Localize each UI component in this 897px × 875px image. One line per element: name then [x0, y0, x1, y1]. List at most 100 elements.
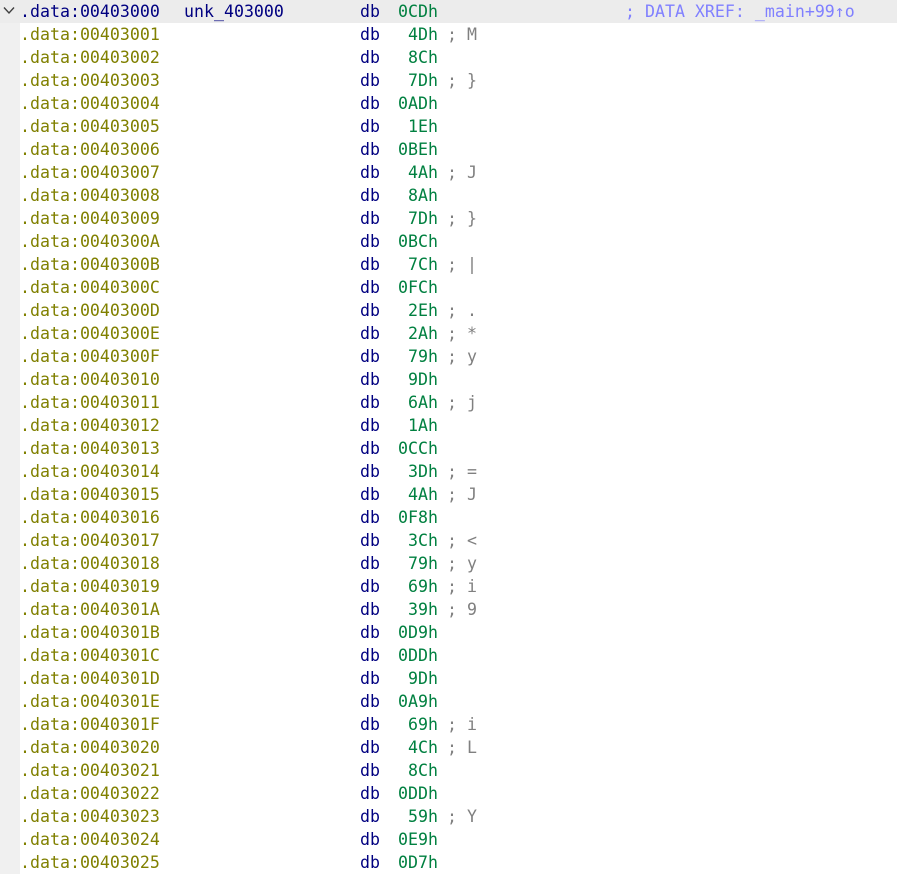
line-mnemonic[interactable]: db [360, 207, 380, 230]
listing-line[interactable]: .data:0040300B db 7Ch ; | [0, 253, 897, 276]
line-value[interactable]: 0A9h [388, 690, 438, 713]
line-address[interactable]: .data:0040301E [20, 690, 160, 713]
line-address[interactable]: .data:00403008 [20, 184, 160, 207]
line-value[interactable]: 0D7h [388, 851, 438, 874]
line-address[interactable]: .data:00403004 [20, 92, 160, 115]
line-mnemonic[interactable]: db [360, 805, 380, 828]
listing-line[interactable]: .data:0040301C db 0DDh [0, 644, 897, 667]
listing-line[interactable]: .data:00403021 db 8Ch [0, 759, 897, 782]
line-mnemonic[interactable]: db [360, 506, 380, 529]
line-address[interactable]: .data:00403012 [20, 414, 160, 437]
line-value[interactable]: 0E9h [388, 828, 438, 851]
line-value[interactable]: 8Ah [388, 184, 438, 207]
line-comment[interactable]: ; i [447, 575, 477, 598]
line-mnemonic[interactable]: db [360, 437, 380, 460]
line-value[interactable]: 69h [388, 713, 438, 736]
line-value[interactable]: 59h [388, 805, 438, 828]
listing-line[interactable]: .data:00403006 db 0BEh [0, 138, 897, 161]
line-address[interactable]: .data:00403016 [20, 506, 160, 529]
xref-comment[interactable]: ; DATA XREF: _main+99↑o [625, 0, 855, 23]
line-address[interactable]: .data:00403023 [20, 805, 160, 828]
line-address[interactable]: .data:0040300F [20, 345, 160, 368]
line-address[interactable]: .data:00403006 [20, 138, 160, 161]
line-comment[interactable]: ; } [447, 69, 477, 92]
line-mnemonic[interactable]: db [360, 552, 380, 575]
line-value[interactable]: 69h [388, 575, 438, 598]
line-address[interactable]: .data:00403024 [20, 828, 160, 851]
line-comment[interactable]: ; | [447, 253, 477, 276]
line-address[interactable]: .data:0040301D [20, 667, 160, 690]
listing-line[interactable]: .data:0040301F db 69h ; i [0, 713, 897, 736]
data-label[interactable]: unk_403000 [184, 0, 284, 23]
line-value[interactable]: 0DDh [388, 782, 438, 805]
listing-line[interactable]: .data:00403012 db 1Ah [0, 414, 897, 437]
line-address[interactable]: .data:00403002 [20, 46, 160, 69]
line-mnemonic[interactable]: db [360, 483, 380, 506]
line-comment[interactable]: ; J [447, 483, 477, 506]
line-address[interactable]: .data:0040301B [20, 621, 160, 644]
line-value[interactable]: 4Ch [388, 736, 438, 759]
listing-line[interactable]: .data:00403010 db 9Dh [0, 368, 897, 391]
listing-line[interactable]: .data:0040300E db 2Ah ; * [0, 322, 897, 345]
line-value[interactable]: 79h [388, 345, 438, 368]
line-mnemonic[interactable]: db [360, 529, 380, 552]
line-comment[interactable]: ; Y [447, 805, 477, 828]
line-mnemonic[interactable]: db [360, 782, 380, 805]
listing-line[interactable]: .data:00403023 db 59h ; Y [0, 805, 897, 828]
line-value[interactable]: 6Ah [388, 391, 438, 414]
listing-line[interactable]: .data:00403011 db 6Ah ; j [0, 391, 897, 414]
line-mnemonic[interactable]: db [360, 736, 380, 759]
listing-line[interactable]: .data:0040300D db 2Eh ; . [0, 299, 897, 322]
listing-line[interactable]: .data:00403022 db 0DDh [0, 782, 897, 805]
listing-line[interactable]: .data:0040301E db 0A9h [0, 690, 897, 713]
listing-line-header[interactable]: .data:00403000 unk_403000 db 0CDh ; DATA… [0, 0, 897, 23]
line-mnemonic[interactable]: db [360, 0, 380, 23]
line-value[interactable]: 4Ah [388, 161, 438, 184]
line-comment[interactable]: ; J [447, 161, 477, 184]
line-value[interactable]: 7Dh [388, 69, 438, 92]
line-mnemonic[interactable]: db [360, 851, 380, 874]
line-value[interactable]: 1Eh [388, 115, 438, 138]
line-comment[interactable]: ; y [447, 345, 477, 368]
line-value[interactable]: 3Dh [388, 460, 438, 483]
line-address[interactable]: .data:00403017 [20, 529, 160, 552]
listing-line[interactable]: .data:00403003 db 7Dh ; } [0, 69, 897, 92]
line-value[interactable]: 8Ch [388, 759, 438, 782]
line-address[interactable]: .data:00403009 [20, 207, 160, 230]
chevron-down-icon[interactable] [3, 6, 15, 15]
listing-line[interactable]: .data:0040300C db 0FCh [0, 276, 897, 299]
line-address[interactable]: .data:0040301A [20, 598, 160, 621]
line-value[interactable]: 0CCh [388, 437, 438, 460]
listing-line[interactable]: .data:0040300F db 79h ; y [0, 345, 897, 368]
line-address[interactable]: .data:0040301C [20, 644, 160, 667]
listing-line[interactable]: .data:00403013 db 0CCh [0, 437, 897, 460]
line-value[interactable]: 1Ah [388, 414, 438, 437]
line-mnemonic[interactable]: db [360, 690, 380, 713]
line-mnemonic[interactable]: db [360, 138, 380, 161]
line-address[interactable]: .data:00403015 [20, 483, 160, 506]
line-value[interactable]: 39h [388, 598, 438, 621]
line-comment[interactable]: ; M [447, 23, 477, 46]
line-address[interactable]: .data:00403001 [20, 23, 160, 46]
line-mnemonic[interactable]: db [360, 23, 380, 46]
line-comment[interactable]: ; * [447, 322, 477, 345]
line-address[interactable]: .data:0040300D [20, 299, 160, 322]
line-mnemonic[interactable]: db [360, 391, 380, 414]
line-mnemonic[interactable]: db [360, 230, 380, 253]
line-mnemonic[interactable]: db [360, 69, 380, 92]
listing-line[interactable]: .data:0040301A db 39h ; 9 [0, 598, 897, 621]
line-value[interactable]: 0BEh [388, 138, 438, 161]
listing-line[interactable]: .data:00403007 db 4Ah ; J [0, 161, 897, 184]
line-mnemonic[interactable]: db [360, 46, 380, 69]
line-mnemonic[interactable]: db [360, 322, 380, 345]
listing-line[interactable]: .data:00403004 db 0ADh [0, 92, 897, 115]
line-value[interactable]: 3Ch [388, 529, 438, 552]
listing-line[interactable]: .data:00403014 db 3Dh ; = [0, 460, 897, 483]
line-mnemonic[interactable]: db [360, 575, 380, 598]
line-value[interactable]: 4Ah [388, 483, 438, 506]
line-comment[interactable]: ; y [447, 552, 477, 575]
line-value[interactable]: 0F8h [388, 506, 438, 529]
line-value[interactable]: 4Dh [388, 23, 438, 46]
listing-line[interactable]: .data:00403005 db 1Eh [0, 115, 897, 138]
line-value[interactable]: 0FCh [388, 276, 438, 299]
